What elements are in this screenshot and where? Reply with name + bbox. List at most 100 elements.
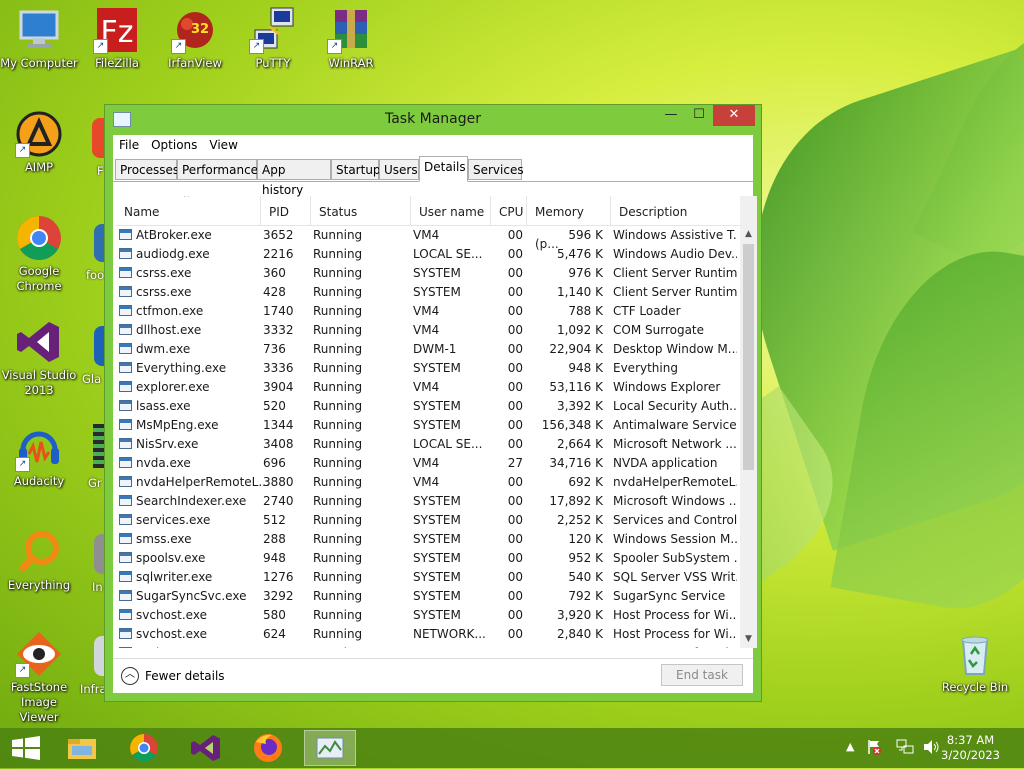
- desktop-icon-label: FileZilla: [95, 56, 139, 70]
- desktop-icon-my-computer[interactable]: My Computer: [0, 6, 78, 71]
- cell-status: Running: [313, 570, 363, 584]
- scroll-up-icon[interactable]: ▲: [740, 226, 757, 243]
- table-row[interactable]: services.exe 512 Running SYSTEM 00 2,252 K Ser…: [116, 511, 740, 530]
- tab-users[interactable]: Users: [379, 159, 419, 180]
- cell-desc: Windows Explorer: [613, 380, 721, 394]
- table-row[interactable]: explorer.exe 3904 Running VM4 00 53,116 K Wind…: [116, 378, 740, 397]
- cell-user: SYSTEM: [413, 285, 461, 299]
- desktop-icon-aimp[interactable]: ↗ AIMP: [0, 110, 78, 175]
- column-header-status[interactable]: Status: [311, 196, 411, 225]
- table-row[interactable]: ctfmon.exe 1740 Running VM4 00 788 K CTF Loade…: [116, 302, 740, 321]
- desktop-icon-putty[interactable]: ↗ PuTTY: [234, 6, 312, 71]
- system-clock[interactable]: 8:37 AM 3/20/2023: [941, 733, 1000, 763]
- visual-studio-taskbar-button[interactable]: [180, 730, 232, 766]
- task-manager-taskbar-button[interactable]: [304, 730, 356, 766]
- table-row[interactable]: svchost.exe 580 Running SYSTEM 00 3,920 K Host…: [116, 606, 740, 625]
- cell-cpu: 00: [507, 532, 523, 546]
- table-row[interactable]: dllhost.exe 3332 Running VM4 00 1,092 K COM Su…: [116, 321, 740, 340]
- table-row[interactable]: MsMpEng.exe 1344 Running SYSTEM 00 156,348 K A…: [116, 416, 740, 435]
- fewer-details-button[interactable]: ︿ Fewer details: [121, 667, 225, 685]
- tab-startup[interactable]: Startup: [331, 159, 381, 180]
- menu-view[interactable]: View: [203, 135, 243, 155]
- table-row[interactable]: NisSrv.exe 3408 Running LOCAL SE... 00 2,664 …: [116, 435, 740, 454]
- desktop-icon-recycle-bin[interactable]: Recycle Bin: [936, 630, 1014, 695]
- cell-name: SugarSyncSvc.exe: [136, 589, 247, 603]
- desktop-icon-filezilla[interactable]: Fz ↗ FileZilla: [78, 6, 156, 71]
- cell-desc: nvdaHelperRemoteL...: [613, 475, 737, 489]
- shortcut-arrow-icon: ↗: [15, 143, 30, 158]
- shortcut-arrow-icon: ↗: [93, 39, 108, 54]
- desktop-icon-winrar[interactable]: ↗ WinRAR: [312, 6, 390, 71]
- cell-mem: 3,920 K: [556, 608, 603, 622]
- tab-services[interactable]: Services: [468, 159, 524, 180]
- tab-details[interactable]: Details: [419, 156, 468, 182]
- table-row[interactable]: sqlwriter.exe 1276 Running SYSTEM 00 540 K SQL…: [116, 568, 740, 587]
- cell-name: Everything.exe: [136, 361, 227, 375]
- column-header-pid[interactable]: PID: [261, 196, 311, 225]
- cell-pid: 948: [263, 551, 286, 565]
- table-row[interactable]: audiodg.exe 2216 Running LOCAL SE... 00 5,476…: [116, 245, 740, 264]
- vertical-scrollbar[interactable]: ▲ ▼: [740, 196, 757, 648]
- end-task-button[interactable]: End task: [661, 664, 743, 686]
- table-row[interactable]: spoolsv.exe 948 Running SYSTEM 00 952 K Spoole…: [116, 549, 740, 568]
- cell-pid: 3880: [263, 475, 294, 489]
- cell-user: SYSTEM: [413, 608, 461, 622]
- scroll-down-icon[interactable]: ▼: [740, 631, 757, 648]
- file-explorer-taskbar-button[interactable]: [56, 730, 108, 766]
- desktop-icon-everything[interactable]: Everything: [0, 528, 78, 593]
- maximize-button[interactable]: ☐: [685, 105, 713, 126]
- column-header-description[interactable]: Description: [611, 196, 740, 225]
- column-header-cpu[interactable]: CPU: [491, 196, 527, 225]
- start-button[interactable]: [0, 730, 52, 766]
- table-row[interactable]: svchost.exe748Running LOCAL SE...0010,252…: [116, 644, 740, 648]
- cell-name: dwm.exe: [136, 342, 191, 356]
- tab-processes[interactable]: Processes: [115, 159, 179, 180]
- table-row[interactable]: csrss.exe 428 Running SYSTEM 00 1,140 K Client…: [116, 283, 740, 302]
- cell-name: svchost.exe: [136, 627, 207, 641]
- scroll-thumb[interactable]: [743, 244, 754, 470]
- table-row[interactable]: AtBroker.exe 3652 Running VM4 00 596 K Windows…: [116, 226, 740, 245]
- cell-name: nvdaHelperRemoteL...: [136, 475, 270, 489]
- title-bar[interactable]: Task Manager — ☐ ✕: [105, 105, 761, 133]
- tab-app-history[interactable]: App history: [257, 159, 331, 197]
- table-row[interactable]: SugarSyncSvc.exe 3292 Running SYSTEM 00 792 K…: [116, 587, 740, 606]
- chevron-up-icon: ︿: [121, 667, 139, 685]
- close-button[interactable]: ✕: [713, 105, 755, 126]
- cell-mem: 540 K: [568, 570, 603, 584]
- minimize-button[interactable]: —: [657, 105, 685, 126]
- table-row[interactable]: csrss.exe 360 Running SYSTEM 00 976 K Client S…: [116, 264, 740, 283]
- volume-icon[interactable]: [922, 738, 940, 759]
- show-hidden-icons-icon[interactable]: ▲: [846, 740, 854, 753]
- table-row[interactable]: svchost.exe 624 Running NETWORK... 00 2,840 K…: [116, 625, 740, 644]
- firefox-taskbar-button[interactable]: [242, 730, 294, 766]
- table-row[interactable]: nvda.exe 696 Running VM4 27 34,716 K NVDA appl…: [116, 454, 740, 473]
- menu-file[interactable]: File: [113, 135, 145, 155]
- desktop-icon-faststone[interactable]: ↗ FastStone Image Viewer: [0, 630, 78, 725]
- cell-pid: 288: [263, 532, 286, 546]
- action-center-flag-icon[interactable]: [866, 738, 882, 759]
- column-header-memory[interactable]: Memory (p...: [527, 196, 611, 251]
- table-row[interactable]: nvdaHelperRemoteL... 3880 Running VM4 00 692 …: [116, 473, 740, 492]
- table-row[interactable]: lsass.exe 520 Running SYSTEM 00 3,392 K Local …: [116, 397, 740, 416]
- menu-options[interactable]: Options: [145, 135, 203, 155]
- network-icon[interactable]: [896, 738, 914, 759]
- cell-name: dllhost.exe: [136, 323, 202, 337]
- desktop-icon-chrome[interactable]: Google Chrome: [0, 214, 78, 294]
- desktop-icon-visual-studio[interactable]: Visual Studio 2013: [0, 318, 78, 398]
- table-row[interactable]: SearchIndexer.exe 2740 Running SYSTEM 00 17,8…: [116, 492, 740, 511]
- cell-mem: 2,840 K: [556, 627, 603, 641]
- cell-desc: Antimalware Service...: [613, 418, 737, 432]
- cell-cpu: 00: [507, 570, 523, 584]
- desktop-icon-irfanview[interactable]: 32 ↗ IrfanView: [156, 6, 234, 71]
- table-row[interactable]: dwm.exe 736 Running DWM-1 00 22,904 K Desktop …: [116, 340, 740, 359]
- table-row[interactable]: Everything.exe 3336 Running SYSTEM 00 948 K Ev…: [116, 359, 740, 378]
- tab-strip: Processes Performance App history Startu…: [113, 155, 753, 197]
- column-header-user-name[interactable]: User name: [411, 196, 491, 225]
- chrome-taskbar-button[interactable]: [118, 730, 170, 766]
- tab-performance[interactable]: Performance: [177, 159, 258, 180]
- table-row[interactable]: smss.exe 288 Running SYSTEM 00 120 K Windows S…: [116, 530, 740, 549]
- cell-cpu: 00: [507, 494, 523, 508]
- cell-cpu: 00: [507, 323, 523, 337]
- cell-name: SearchIndexer.exe: [136, 494, 247, 508]
- desktop-icon-audacity[interactable]: ↗ Audacity: [0, 424, 78, 489]
